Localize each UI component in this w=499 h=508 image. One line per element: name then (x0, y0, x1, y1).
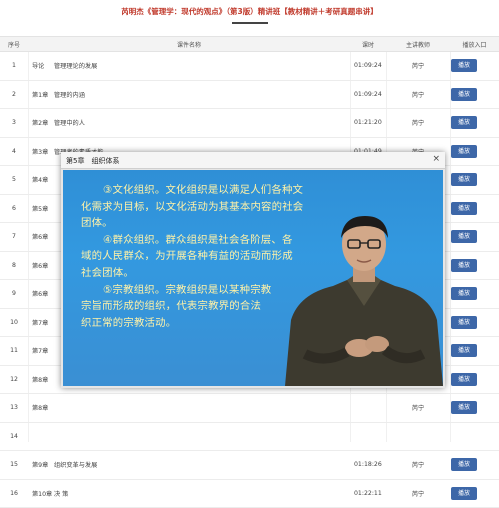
row-number: 4 (0, 137, 28, 166)
row-number: 13 (0, 393, 28, 423)
teacher: 芮宁 (386, 108, 450, 138)
table-row: 1 导论 管理理论的发展 01:09:24 芮宁 播放 (0, 51, 499, 81)
course-name: 管理的内涵 (54, 91, 85, 99)
chapter-label: 第7章 (32, 348, 49, 356)
course-name-cell[interactable]: 第1章 管理的内涵 (28, 80, 350, 109)
row-number: 15 (0, 450, 28, 480)
duration (350, 393, 386, 423)
chapter-label: 导论 (32, 63, 45, 71)
row-number: 9 (0, 279, 28, 309)
chapter-label: 第2章 (32, 120, 49, 128)
table-row: 2 第1章 管理的内涵 01:09:24 芮宁 播放 (0, 80, 499, 109)
chapter-label: 第3章 (32, 148, 49, 156)
duration: 01:09:24 (350, 80, 386, 109)
table-row: 3 第2章 管理中的人 01:21:20 芮宁 播放 (0, 108, 499, 138)
play-button[interactable]: 播放 (451, 287, 477, 301)
teacher: 芮宁 (386, 393, 450, 423)
play-button[interactable]: 播放 (451, 87, 477, 101)
course-name-cell[interactable]: 导论 管理理论的发展 (28, 51, 350, 81)
play-button[interactable]: 播放 (451, 59, 477, 73)
row-number: 11 (0, 336, 28, 366)
row-number: 14 (0, 422, 28, 451)
course-name-cell[interactable]: 第8章 (28, 393, 350, 423)
chapter-label: 第6章 (32, 234, 49, 242)
chapter-label: 第8章 (32, 405, 49, 413)
teacher: 芮宁 (386, 450, 450, 480)
play-button[interactable]: 播放 (451, 144, 477, 158)
duration: 01:18:26 (350, 450, 386, 480)
play-button[interactable]: 播放 (451, 230, 477, 244)
title-underline (232, 22, 268, 24)
header-number: 序号 (0, 36, 28, 52)
play-button[interactable]: 播放 (451, 486, 477, 500)
duration: 01:22:11 (350, 479, 386, 508)
course-name-cell[interactable]: 第9章 组织变革与发展 (28, 450, 350, 480)
teacher: 芮宁 (386, 479, 450, 508)
video-frame[interactable]: ③文化组织。文化组织是以满足人们各种文 化需求为目标，以文化活动为其基本内容的社… (63, 170, 443, 386)
play-button[interactable]: 播放 (451, 372, 477, 386)
chapter-label: 第6章 (32, 262, 49, 270)
row-number: 6 (0, 194, 28, 223)
duration: 01:09:24 (350, 51, 386, 81)
play-button[interactable]: 播放 (451, 116, 477, 130)
teacher: 芮宁 (386, 51, 450, 81)
teacher (386, 422, 450, 451)
video-player-dialog: 第5章 组织体系 × ③文化组织。文化组织是以满足人们各种文 化需求为目标，以文… (61, 152, 445, 388)
lecturer-figure (285, 216, 443, 386)
player-title: 第5章 组织体系 (66, 157, 120, 165)
play-button[interactable]: 播放 (451, 344, 477, 358)
row-number: 7 (0, 222, 28, 252)
chapter-label: 第1章 (32, 91, 49, 99)
play-button[interactable]: 播放 (451, 258, 477, 272)
play-button[interactable]: 播放 (451, 173, 477, 187)
slide-line: 化需求为目标，以文化活动为其基本内容的社会 (81, 200, 304, 213)
course-name-cell[interactable] (28, 422, 350, 451)
header-duration: 课时 (350, 36, 386, 52)
row-number: 2 (0, 80, 28, 109)
header-teacher: 主讲教师 (386, 36, 450, 52)
table-row: 15 第9章 组织变革与发展 01:18:26 芮宁 播放 (0, 450, 499, 480)
chapter-label: 第9章 (32, 462, 49, 470)
play-button[interactable]: 播放 (451, 458, 477, 472)
page-title: 芮明杰《管理学：现代的观点》（第3版）精讲班【教材精讲＋考研真题串讲】 (121, 7, 378, 16)
course-name: 决 策 (54, 490, 69, 498)
course-name-cell[interactable]: 第10章决 策 (28, 479, 350, 508)
player-header: 第5章 组织体系 × (61, 152, 445, 169)
chapter-label: 第4章 (32, 177, 49, 185)
course-name: 管理中的人 (54, 120, 85, 128)
row-number: 10 (0, 308, 28, 337)
row-number: 8 (0, 251, 28, 280)
table-row: 14 (0, 422, 499, 451)
chapter-label: 第10章 (32, 490, 53, 498)
course-name: 组织变革与发展 (54, 462, 98, 470)
course-name-cell[interactable]: 第2章 管理中的人 (28, 108, 350, 138)
header-play: 播放入口 (450, 36, 499, 52)
teacher: 芮宁 (386, 80, 450, 109)
row-number: 16 (0, 479, 28, 508)
play-button[interactable]: 播放 (451, 315, 477, 329)
chapter-label: 第6章 (32, 291, 49, 299)
duration (350, 422, 386, 451)
close-icon[interactable]: × (432, 154, 440, 164)
play-button[interactable]: 播放 (451, 401, 477, 415)
duration: 01:21:20 (350, 108, 386, 138)
row-number: 3 (0, 108, 28, 138)
play-button[interactable]: 播放 (451, 201, 477, 215)
table-row: 16 第10章决 策 01:22:11 芮宁 播放 (0, 479, 499, 508)
row-number: 12 (0, 365, 28, 394)
chapter-label: 第7章 (32, 319, 49, 327)
chapter-label: 第8章 (32, 376, 49, 384)
table-header-row: 序号 课件名称 课时 主讲教师 播放入口 (0, 36, 499, 52)
course-name: 管理理论的发展 (54, 63, 98, 71)
chapter-label: 第5章 (32, 205, 49, 213)
slide-line: ③文化组织。文化组织是以满足人们各种文 (103, 184, 304, 196)
table-row: 13 第8章 芮宁 播放 (0, 393, 499, 423)
row-number: 1 (0, 51, 28, 81)
row-number: 5 (0, 165, 28, 195)
header-course-name: 课件名称 (28, 36, 350, 52)
